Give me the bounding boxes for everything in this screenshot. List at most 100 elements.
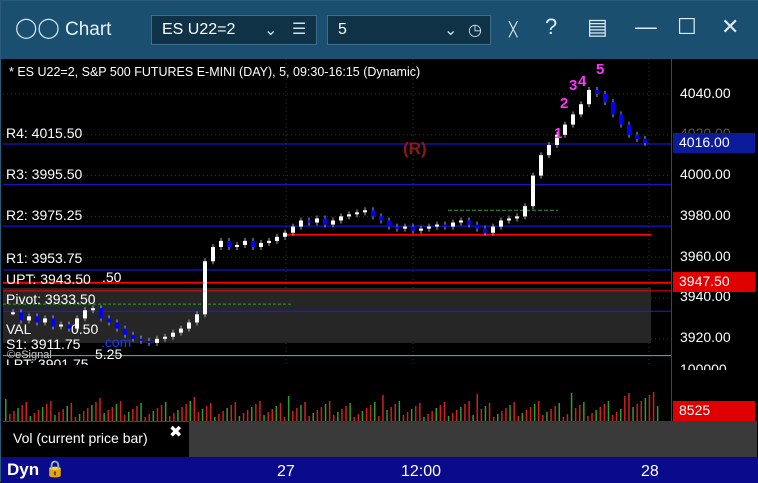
help-icon[interactable]: ?	[545, 14, 557, 40]
close-icon[interactable]: ✕	[721, 14, 739, 40]
volume-bar	[230, 405, 232, 421]
volume-bar	[456, 410, 458, 421]
chevron-down-icon[interactable]: ⌄	[444, 20, 457, 40]
candle	[547, 145, 551, 156]
chart-header: * ES U22=2, S&P 500 FUTURES E-MINI (DAY)…	[9, 65, 421, 79]
volume-bar	[579, 405, 581, 421]
candle	[171, 332, 175, 337]
layout-menu-icon[interactable]: ▤	[587, 14, 608, 40]
volume-bar	[25, 402, 27, 421]
candle	[467, 220, 471, 225]
interval-selector[interactable]: 5 ⌄ ◷	[327, 15, 491, 45]
dyn-label[interactable]: Dyn	[7, 460, 39, 480]
candle	[627, 124, 631, 135]
volume-bar	[111, 407, 114, 421]
volume-bar	[640, 401, 642, 421]
interval-value[interactable]: 5	[338, 21, 347, 39]
volume-svg	[5, 392, 659, 421]
candle	[315, 218, 319, 223]
price-chart-area[interactable]	[3, 59, 671, 377]
volume-bar	[181, 407, 183, 421]
price-chart-svg[interactable]	[3, 59, 671, 377]
volume-pane[interactable]	[3, 369, 671, 421]
r2-label: R2: 3975.25	[6, 207, 83, 223]
volume-bar	[140, 403, 142, 421]
volume-bar	[193, 397, 196, 421]
volume-bar	[324, 404, 327, 421]
maximize-icon[interactable]: ☐	[677, 14, 697, 40]
volume-bar	[341, 409, 343, 421]
volume-bar	[521, 413, 524, 421]
volume-bar	[566, 414, 569, 421]
volume-bar	[497, 414, 499, 421]
candle	[419, 228, 423, 231]
candle	[515, 216, 519, 219]
volume-bar	[533, 404, 536, 421]
volume-bar	[148, 414, 150, 421]
volume-legend: Vol (current price bar) ✖	[3, 421, 189, 458]
volume-bar	[538, 401, 540, 421]
volume-bar	[624, 396, 626, 421]
volume-bar	[197, 412, 200, 421]
volume-bar	[406, 412, 409, 421]
volume-bar	[58, 412, 60, 421]
candle	[131, 334, 135, 339]
volume-bar	[251, 407, 253, 421]
list-icon[interactable]: ☰	[292, 19, 306, 39]
linked-windows-icon[interactable]: ◯◯	[15, 15, 60, 40]
volume-bar	[173, 413, 175, 421]
candle	[539, 155, 543, 176]
close-study-icon[interactable]: ✖	[169, 422, 182, 442]
clock-icon[interactable]: ◷	[468, 20, 482, 40]
lock-icon[interactable]: 🔒	[45, 459, 65, 479]
chart-window: ◯◯ Chart ES U22=2 ⌄ ☰ 5 ⌄ ◷ ╳ ? ▤ — ☐ ✕ …	[0, 0, 758, 483]
volume-bar	[82, 411, 85, 421]
wave-mark-2: 2	[560, 95, 569, 112]
candle	[435, 224, 439, 227]
candle	[51, 318, 55, 327]
volume-bar	[488, 403, 491, 421]
chevron-down-icon[interactable]: ⌄	[264, 20, 277, 40]
volume-bar	[460, 407, 462, 421]
volume-bar	[189, 401, 191, 421]
volume-bar	[136, 406, 138, 421]
volume-bar	[398, 401, 401, 421]
wave-mark-1: 1	[554, 125, 563, 142]
volume-bar	[279, 403, 282, 421]
volume-bar	[374, 402, 376, 421]
volume-bar	[255, 404, 257, 421]
volume-bar	[107, 410, 109, 421]
wave-mark-5: 5	[596, 61, 605, 78]
volume-bar	[201, 409, 204, 421]
candle	[563, 124, 567, 135]
symbol-value[interactable]: ES U22=2	[162, 21, 235, 39]
symbol-selector[interactable]: ES U22=2 ⌄ ☰	[151, 15, 317, 45]
ytick-label: 4040.00	[680, 85, 731, 101]
candle	[619, 114, 623, 125]
candle	[643, 138, 647, 143]
ytick-label: 4000.00	[680, 166, 731, 182]
volume-bar	[5, 399, 7, 421]
prev-price-tag: 3947.50	[673, 272, 755, 292]
volume-bar	[480, 409, 483, 421]
volume-bar	[320, 407, 323, 421]
candle	[19, 312, 23, 321]
minimize-icon[interactable]: —	[635, 14, 657, 40]
volume-bar	[70, 403, 73, 421]
volume-bar	[296, 408, 298, 421]
volume-bar	[337, 412, 339, 421]
volume-bar	[509, 405, 511, 421]
xtick-label: 12:00	[401, 463, 442, 480]
candle	[139, 338, 143, 341]
candle	[411, 226, 415, 231]
resize-handle-icon[interactable]: ╳	[509, 21, 517, 38]
candle	[203, 261, 207, 315]
volume-bar	[304, 402, 306, 421]
overlap-text-a: .50	[102, 269, 122, 285]
candle	[187, 322, 191, 329]
volume-bar	[632, 407, 634, 421]
volume-bar	[226, 408, 228, 421]
candle	[195, 314, 199, 323]
volume-bar	[21, 405, 23, 421]
volume-bar	[369, 405, 372, 421]
